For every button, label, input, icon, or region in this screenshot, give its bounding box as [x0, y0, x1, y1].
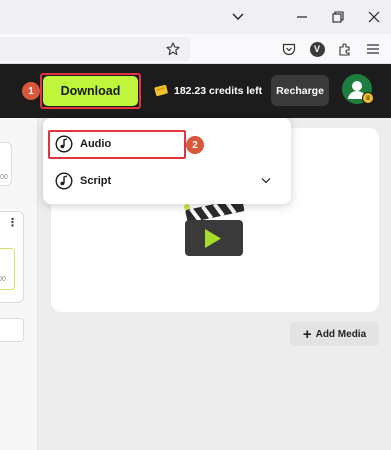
left-panel-selected-box[interactable] — [0, 248, 15, 290]
left-panel-card[interactable] — [0, 318, 24, 342]
more-options-icon[interactable]: ⋮ — [7, 216, 18, 229]
left-panel-card[interactable]: ⋮ 00 — [0, 211, 24, 303]
download-button[interactable]: Download — [43, 76, 138, 106]
minimize-icon[interactable] — [285, 0, 319, 34]
step-badge-1: 1 — [22, 82, 40, 100]
v-extension-icon[interactable]: V — [307, 39, 327, 59]
left-panel-partial-text: 00 — [0, 174, 8, 181]
add-media-label: Add Media — [315, 328, 367, 340]
pocket-icon[interactable] — [279, 39, 299, 59]
recharge-button[interactable]: Recharge — [271, 75, 329, 106]
restore-icon[interactable] — [321, 0, 355, 34]
chevron-down-icon[interactable] — [221, 0, 255, 34]
user-avatar[interactable]: ♛ — [342, 74, 374, 104]
menu-item-label: Script — [80, 175, 112, 187]
menu-item-script[interactable]: Script — [43, 166, 291, 196]
plus-icon: + — [302, 325, 312, 343]
puzzle-icon[interactable] — [335, 39, 355, 59]
step-badge-2: 2 — [186, 136, 204, 154]
chevron-down-icon[interactable] — [261, 175, 271, 187]
audio-highlight — [48, 130, 186, 159]
clapperboard-icon — [184, 198, 245, 256]
left-panel-partial-text: 00 — [0, 276, 6, 283]
credits-indicator: 182.23 credits left — [154, 82, 262, 100]
browser-toolbar: V — [0, 34, 391, 64]
music-note-icon — [55, 172, 73, 190]
left-panel: 00 ⋮ 00 — [0, 118, 38, 450]
credits-text: 182.23 credits left — [174, 85, 263, 97]
v-extension-letter: V — [309, 41, 325, 57]
coin-icon — [154, 83, 170, 100]
add-media-button[interactable]: + Add Media — [290, 322, 379, 346]
hamburger-menu-icon[interactable] — [363, 39, 383, 59]
star-icon[interactable] — [163, 39, 183, 59]
browser-titlebar — [0, 0, 391, 34]
close-icon[interactable] — [357, 0, 391, 34]
url-bar[interactable] — [0, 37, 190, 61]
crown-icon: ♛ — [362, 92, 374, 104]
